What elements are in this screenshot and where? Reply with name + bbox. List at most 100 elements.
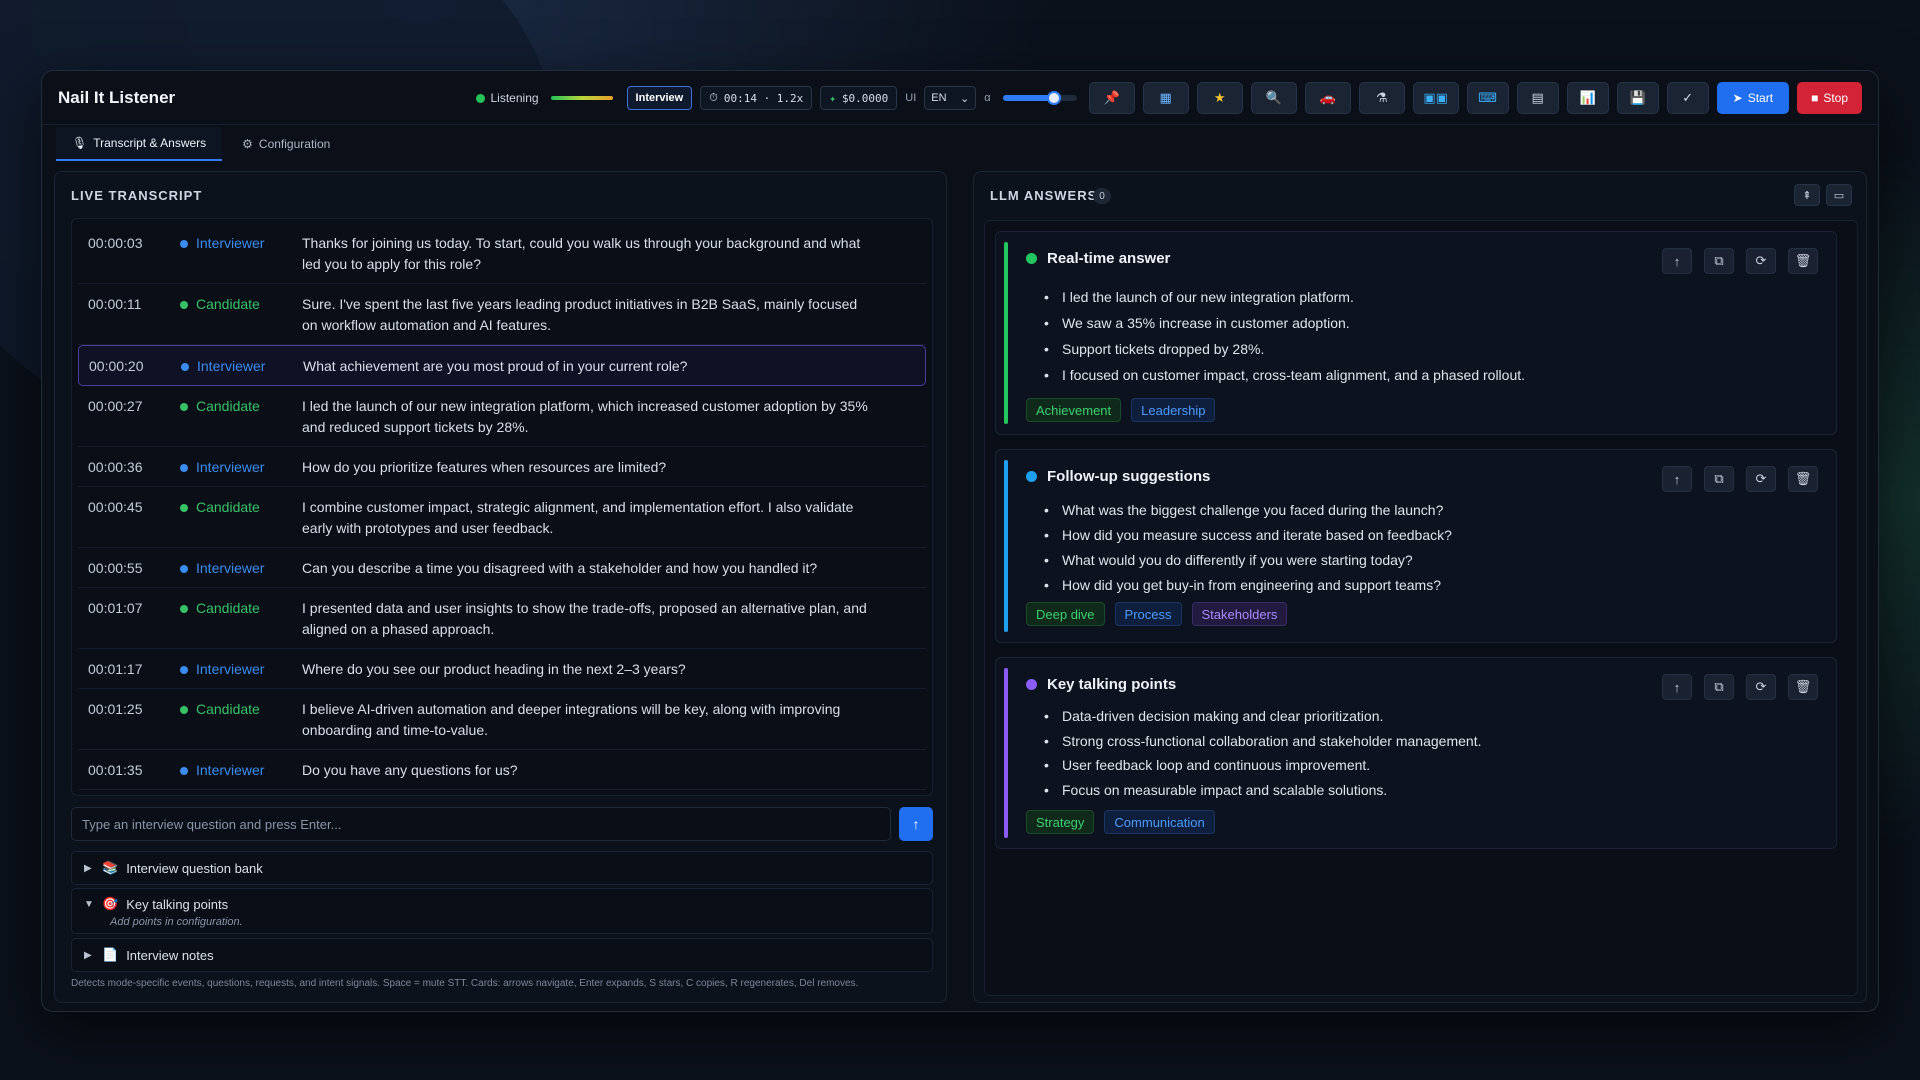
- card-dot-icon: [1026, 679, 1037, 690]
- opacity-slider-knob[interactable]: [1047, 91, 1062, 105]
- mode-selector[interactable]: Interview: [626, 86, 693, 110]
- question-input[interactable]: Type an interview question and press Ent…: [71, 807, 891, 841]
- utterance-text: Where do you see our product heading in …: [302, 661, 686, 677]
- answers-title: LLM ANSWERS: [990, 188, 1098, 203]
- timestamp: 00:00:36: [88, 459, 143, 475]
- transcript-row[interactable]: 00:00:20 Interviewer What achievement are …: [78, 345, 926, 386]
- tab-label: Configuration: [258, 137, 331, 151]
- answer-tag[interactable]: Strategy: [1026, 810, 1095, 834]
- search-button[interactable]: 🔍: [1250, 82, 1297, 114]
- speaker-label: Candidate: [196, 701, 260, 717]
- question-bank-section[interactable]: ▶ 📚 Interview question bank: [71, 851, 933, 885]
- timestamp: 00:01:25: [88, 701, 143, 717]
- timestamp: 00:00:11: [88, 296, 142, 312]
- layout-icon: ▦: [1159, 90, 1172, 105]
- layout-button[interactable]: ▦: [1142, 82, 1189, 114]
- beaker-button[interactable]: ⚗: [1358, 82, 1405, 114]
- send-button[interactable]: ↑: [899, 807, 933, 841]
- card-title: Real-time answer: [1047, 250, 1171, 267]
- transcript-row[interactable]: 00:01:35 Interviewer Do you have any quest…: [78, 750, 926, 790]
- answer-tag[interactable]: Leadership: [1131, 398, 1216, 422]
- delete-button[interactable]: 🗑: [1788, 248, 1818, 274]
- transcript-list[interactable]: 00:00:03 Interviewer Thanks for joining us…: [71, 218, 933, 796]
- transcript-row[interactable]: 00:00:45 Candidate I combine customer impa…: [78, 487, 926, 548]
- speaker: Candidate: [180, 699, 302, 720]
- timestamp: 00:00:03: [88, 235, 143, 251]
- answer-tag[interactable]: Stakeholders: [1191, 602, 1288, 626]
- interview-notes-section[interactable]: ▶ 📄 Interview notes: [71, 938, 933, 972]
- check-button[interactable]: ✓: [1666, 82, 1709, 114]
- answer-bullet: Support tickets dropped by 28%.: [1044, 336, 1525, 362]
- utterance-text: I presented data and user insights to sh…: [302, 600, 867, 637]
- push-up-button[interactable]: ↑: [1662, 466, 1692, 492]
- expand-arrow-icon: ▶: [84, 862, 92, 874]
- timestamp: 00:01:35: [88, 762, 143, 778]
- answer-bullet: User feedback loop and continuous improv…: [1044, 753, 1481, 778]
- answer-bullet: I focused on customer impact, cross-team…: [1044, 362, 1525, 388]
- key-talking-points-section[interactable]: ▼ 🎯 Key talking points Add points in con…: [71, 888, 933, 934]
- money-icon: ✦: [829, 91, 836, 105]
- answer-card[interactable]: Real-time answer ↑ ⧉ ⟳ 🗑 I led the launch of …: [995, 231, 1837, 435]
- stop-button[interactable]: ■ Stop: [1797, 82, 1862, 114]
- transcript-row[interactable]: 00:00:03 Interviewer Thanks for joining us…: [78, 223, 926, 284]
- transcript-row[interactable]: 00:00:27 Candidate I led the launch of our…: [78, 386, 926, 447]
- transcript-row[interactable]: 00:01:07 Candidate I presented data and us…: [78, 588, 926, 649]
- speaker: Candidate: [180, 497, 302, 518]
- tab-transcript-answers[interactable]: 🎙 Transcript & Answers: [56, 127, 223, 161]
- transcript-row[interactable]: 00:01:25 Candidate I believe AI-driven aut…: [78, 689, 926, 750]
- timestamp: 00:00:55: [88, 560, 143, 576]
- card-title: Follow-up suggestions: [1047, 468, 1211, 485]
- answer-tag[interactable]: Deep dive: [1026, 602, 1105, 626]
- cost-display: ✦ $0.0000: [820, 86, 898, 110]
- transcript-row[interactable]: 00:00:11 Candidate Sure. I've spent the la…: [78, 284, 926, 345]
- start-button[interactable]: ➤ Start: [1716, 82, 1790, 114]
- regenerate-button[interactable]: ⟳: [1746, 248, 1776, 274]
- calculator-button[interactable]: ▤: [1516, 82, 1559, 114]
- answer-tag[interactable]: Process: [1114, 602, 1182, 626]
- copy-button[interactable]: ⧉: [1704, 248, 1734, 274]
- chart-button[interactable]: 📊: [1566, 82, 1609, 114]
- card-header: Real-time answer: [1026, 250, 1170, 267]
- refresh-icon: ⟳: [1755, 679, 1767, 694]
- answers-tools: ⇞ ▭: [1794, 184, 1852, 206]
- speaker: Interviewer: [180, 457, 302, 478]
- pin-panel-button[interactable]: ⇞: [1794, 184, 1820, 206]
- answer-bullet: Data-driven decision making and clear pr…: [1044, 704, 1481, 729]
- pin-icon: ⇞: [1802, 189, 1812, 202]
- card-actions: ↑ ⧉ ⟳ 🗑: [1662, 248, 1818, 274]
- regenerate-button[interactable]: ⟳: [1746, 466, 1776, 492]
- answer-card[interactable]: Follow-up suggestions ↑ ⧉ ⟳ 🗑 What was the bi…: [995, 449, 1837, 643]
- keyboard-button[interactable]: ⌨: [1466, 82, 1509, 114]
- star-icon: ★: [1213, 90, 1226, 105]
- copy-button[interactable]: ⧉: [1704, 674, 1734, 700]
- star-button[interactable]: ★: [1196, 82, 1243, 114]
- copy-button[interactable]: ⧉: [1704, 466, 1734, 492]
- delete-button[interactable]: 🗑: [1788, 674, 1818, 700]
- answer-tag[interactable]: Achievement: [1026, 398, 1122, 422]
- transcript-row[interactable]: 00:01:17 Interviewer Where do you see our …: [78, 649, 926, 689]
- transcript-row[interactable]: 00:00:36 Interviewer How do you prioritize…: [78, 447, 926, 487]
- transcript-row[interactable]: 00:01:40CandidateYes, could you share th…: [78, 790, 926, 795]
- delete-button[interactable]: 🗑: [1788, 466, 1818, 492]
- speaker: Interviewer: [180, 659, 302, 680]
- card-tags: Deep dive Process Stakeholders: [1026, 602, 1288, 626]
- language-select[interactable]: EN ⌄: [924, 86, 977, 110]
- card-tags: Achievement Leadership: [1026, 398, 1216, 422]
- car-button[interactable]: 🚗: [1304, 82, 1351, 114]
- save-button[interactable]: 💾: [1616, 82, 1659, 114]
- push-up-button[interactable]: ↑: [1662, 248, 1692, 274]
- speaker-label: Interviewer: [196, 459, 265, 475]
- regenerate-button[interactable]: ⟳: [1746, 674, 1776, 700]
- push-up-button[interactable]: ↑: [1662, 674, 1692, 700]
- tab-configuration[interactable]: ⚙ Configuration: [226, 127, 346, 161]
- section-label: Key talking points: [126, 896, 229, 912]
- dual-screen-button[interactable]: ▣▣: [1412, 82, 1459, 114]
- pin-button[interactable]: 📌: [1088, 82, 1135, 114]
- answer-tag[interactable]: Communication: [1104, 810, 1215, 834]
- collapse-panel-button[interactable]: ▭: [1826, 184, 1852, 206]
- utterance-text: I led the launch of our new integration …: [302, 398, 868, 435]
- transcript-title: LIVE TRANSCRIPT: [71, 188, 203, 203]
- opacity-slider[interactable]: [1002, 91, 1077, 105]
- transcript-row[interactable]: 00:00:55 Interviewer Can you describe a ti…: [78, 548, 926, 588]
- answer-card[interactable]: Key talking points ↑ ⧉ ⟳ 🗑 Data-driven decisi…: [995, 657, 1837, 849]
